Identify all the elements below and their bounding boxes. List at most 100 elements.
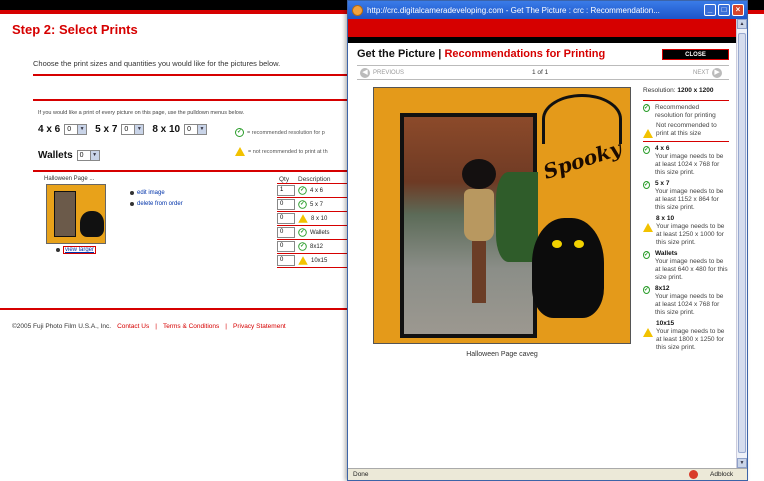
qty-description: ✓ Wallets: [298, 228, 329, 237]
scroll-up-icon[interactable]: ▲: [737, 19, 747, 29]
divider: [643, 100, 729, 101]
heading-sub: Recommendations for Printing: [444, 48, 606, 60]
size-name: 8 x 10: [656, 215, 675, 222]
popup-heading: Get the Picture | Recommendations for Pr…: [357, 48, 605, 60]
qty-input[interactable]: 0: [277, 227, 295, 238]
warning-icon: [643, 122, 653, 138]
qty-row: 0 10x15: [277, 254, 327, 267]
size-requirements-list: ✓ 4 x 6 Your image needs to be at least 10…: [643, 145, 729, 352]
adblock-label[interactable]: Adblock: [710, 471, 733, 478]
photo-scene: [404, 117, 538, 334]
size-name: 4 x 6: [655, 145, 670, 152]
shrub-graphic: [496, 172, 538, 262]
next-button[interactable]: NEXT ▶: [693, 68, 723, 78]
popup-header-bar: [348, 19, 738, 37]
divider: [357, 65, 729, 66]
adblock-icon[interactable]: [689, 470, 698, 479]
legend-recommended: ✓ = recommended resolution for p: [235, 128, 325, 137]
check-icon: ✓: [643, 104, 651, 112]
size-requirement-text: Your image needs to be at least 1024 x 7…: [655, 153, 724, 176]
qty-input[interactable]: 0: [277, 241, 295, 252]
size-requirement-text: Your image needs to be at least 1250 x 1…: [656, 223, 725, 246]
heading-main: Get the Picture: [357, 48, 436, 60]
divider: [277, 267, 349, 268]
resolution-info: Resolution: 1200 x 1200: [643, 87, 729, 95]
scroll-thumb[interactable]: [738, 33, 746, 453]
size-select-4x6[interactable]: 0 ▼: [64, 124, 88, 135]
close-button[interactable]: CLOSE: [662, 49, 729, 60]
scroll-down-icon[interactable]: ▼: [737, 458, 747, 468]
browser-icon: [352, 4, 363, 16]
qty-row: 1 ✓ 4 x 6: [277, 184, 323, 197]
photo-frame: [400, 113, 538, 338]
qty-description-label: 8x12: [310, 243, 324, 250]
edit-image-link[interactable]: edit image: [130, 190, 165, 196]
minimize-button[interactable]: _: [704, 4, 716, 16]
delete-from-order-link[interactable]: delete from order: [130, 201, 183, 207]
page-title: Step 2: Select Prints: [12, 22, 138, 37]
legend-not-recommended: = not recommended to print at th: [235, 147, 328, 156]
size-select-wallets[interactable]: 0 ▼: [76, 150, 100, 161]
qty-description: 8 x 10: [298, 214, 327, 223]
previous-button[interactable]: ◀ PREVIOUS: [360, 68, 404, 78]
status-bar: Done Adblock: [348, 468, 747, 480]
size-name: 8x12: [655, 285, 670, 292]
close-window-button[interactable]: ×: [732, 4, 744, 16]
bullet-icon: [130, 202, 134, 206]
copyright: ©2005 Fuji Photo Film U.S.A., Inc.: [12, 323, 112, 330]
size-requirement-item: ✓ Wallets Your image needs to be at least …: [643, 250, 729, 282]
warning-icon: [298, 214, 308, 223]
qty-input[interactable]: 0: [277, 255, 295, 266]
bat-graphic: [542, 94, 622, 144]
thumbnail-photo: [54, 191, 76, 237]
qty-description-label: 10x15: [311, 257, 328, 264]
qty-input[interactable]: 0: [277, 199, 295, 210]
size-label-5x7: 5 x 7: [95, 124, 118, 135]
size-requirement-item: 10x15 Your image needs to be at least 180…: [643, 320, 729, 352]
preview-image: Spooky: [373, 87, 631, 344]
vertical-scrollbar[interactable]: ▲ ▼: [736, 19, 747, 469]
size-requirement-text: Your image needs to be at least 1800 x 1…: [656, 328, 725, 351]
qty-description: ✓ 4 x 6: [298, 186, 323, 195]
qty-input[interactable]: 0: [277, 213, 295, 224]
window-titlebar[interactable]: http://crc.digitalcameradeveloping.com -…: [348, 1, 747, 19]
legs: [472, 241, 486, 303]
privacy-link[interactable]: Privacy Statement: [233, 323, 286, 330]
qty-description-label: 5 x 7: [310, 201, 324, 208]
product-thumbnail[interactable]: [46, 184, 106, 244]
qty-row: 0 ✓ 5 x 7: [277, 198, 323, 211]
cat-eye: [574, 240, 584, 248]
black-cat-graphic: [532, 218, 604, 318]
dress: [464, 189, 494, 241]
warning-icon: [235, 147, 245, 156]
previous-label: PREVIOUS: [373, 70, 405, 76]
qty-input[interactable]: 1: [277, 185, 295, 196]
size-name: Wallets: [655, 250, 678, 257]
pulldown-instructions: If you would like a print of every pictu…: [38, 110, 245, 116]
qty-description: 10x15: [298, 256, 327, 265]
bullet-icon: [130, 191, 134, 195]
size-requirement-item: 8 x 10 Your image needs to be at least 12…: [643, 215, 729, 247]
qty-description-label: Wallets: [310, 229, 330, 236]
size-select-row: 4 x 6 0 ▼ 5 x 7 0 ▼ 8 x 10 0 ▼: [38, 124, 215, 135]
contact-us-link[interactable]: Contact Us: [117, 323, 149, 330]
divider: [357, 79, 729, 80]
delete-from-order-label: delete from order: [137, 201, 183, 207]
size-requirement-text: Your image needs to be at least 640 x 48…: [655, 258, 728, 281]
footer-separator: |: [225, 323, 227, 330]
maximize-button[interactable]: □: [718, 4, 730, 16]
product-heading: Halloween Page ...: [44, 176, 95, 182]
hair: [462, 159, 496, 189]
size-select-8x10[interactable]: 0 ▼: [184, 124, 208, 135]
resolution-value: 1200 x 1200: [677, 87, 714, 94]
thumbnail-cat: [80, 211, 104, 237]
check-icon: ✓: [643, 286, 651, 294]
legend-not-recommended-text: = not recommended to print at th: [248, 148, 328, 155]
terms-link[interactable]: Terms & Conditions: [163, 323, 219, 330]
qty-description: ✓ 5 x 7: [298, 200, 323, 209]
qty-description: ✓ 8x12: [298, 242, 323, 251]
view-larger-link[interactable]: view larger: [56, 246, 97, 254]
size-select-5x7[interactable]: 0 ▼: [121, 124, 145, 135]
recommended-text: Recommended resolution for printing: [655, 104, 716, 119]
size-label-wallets: Wallets: [38, 150, 73, 161]
